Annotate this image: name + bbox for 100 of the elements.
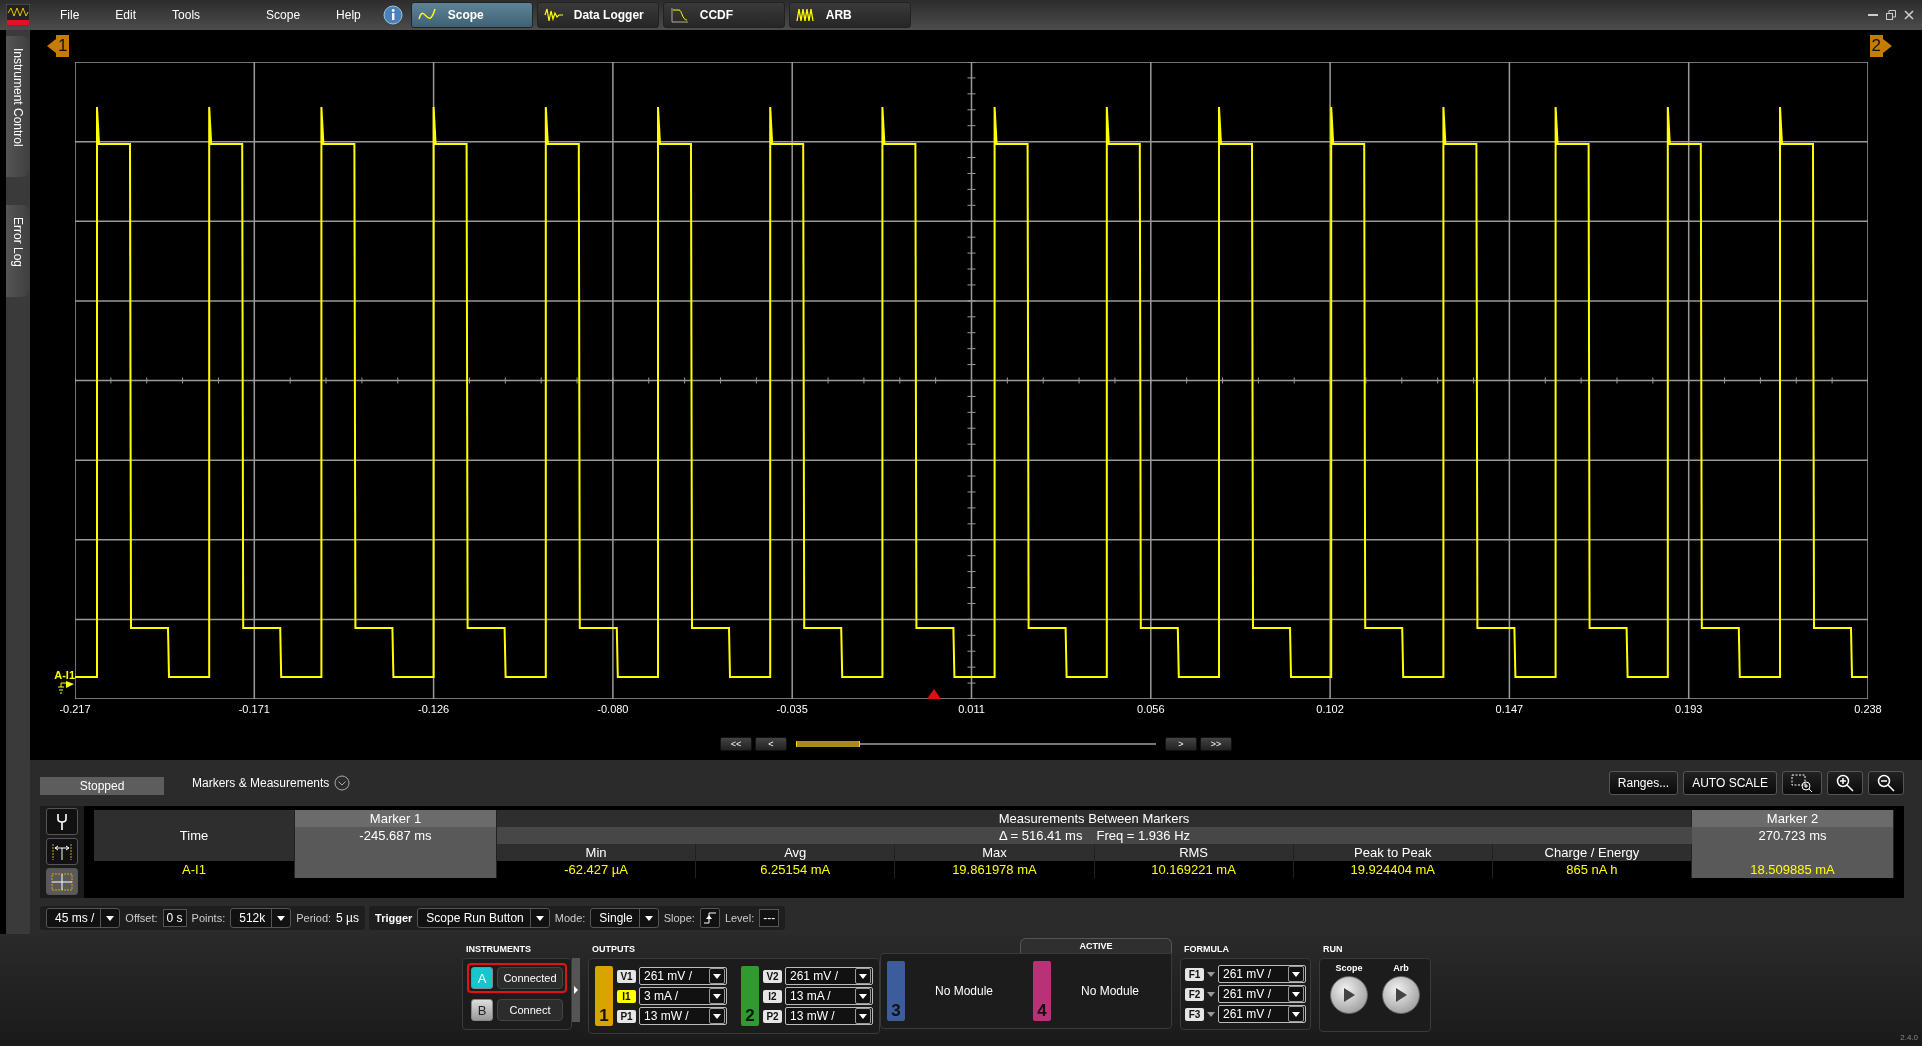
caret-icon — [535, 915, 544, 921]
menu-item[interactable]: File — [42, 8, 98, 22]
tool-button[interactable] — [46, 808, 78, 835]
connect-button[interactable]: Connected — [497, 967, 563, 989]
zoom-region-button[interactable] — [1782, 771, 1822, 795]
caret-icon — [713, 973, 721, 979]
mode-tab[interactable]: Scope — [410, 2, 533, 28]
section-title: FORMULA — [1184, 944, 1230, 956]
mode-tab[interactable]: CCDF — [662, 2, 785, 28]
mode-dropdown[interactable]: Single — [590, 908, 659, 928]
mode-tab[interactable]: Data Logger — [536, 2, 659, 28]
channel-color-bar: 4 — [1033, 961, 1051, 1021]
column-header: Marker 1 — [295, 810, 497, 827]
axis-tick-label: -0.080 — [597, 703, 629, 717]
menu-item[interactable]: Edit — [97, 8, 155, 22]
scale-dropdown[interactable]: 3 mA / — [639, 987, 727, 1005]
scale-dropdown[interactable]: 13 mA / — [785, 987, 873, 1005]
trigger-marker-icon[interactable] — [926, 689, 941, 699]
connect-button[interactable]: Connect — [497, 999, 563, 1021]
mode-label: Mode: — [554, 912, 586, 924]
panel-button[interactable]: AUTO SCALE — [1683, 771, 1777, 795]
instrument-row[interactable]: A Connected — [467, 963, 567, 993]
scale-dropdown[interactable]: 261 mV / — [785, 967, 873, 985]
level-field[interactable]: --- — [759, 909, 780, 927]
caret-icon — [859, 1013, 867, 1019]
level-label: Level: — [724, 912, 755, 924]
no-module-text: No Module — [934, 984, 994, 998]
version-label: 2.4.0 — [1900, 1033, 1919, 1044]
axis-tick-label: 0.056 — [1137, 703, 1165, 717]
column-header: Avg — [696, 844, 896, 861]
restore-icon[interactable] — [1886, 10, 1896, 20]
rising-edge-icon — [702, 911, 717, 925]
nav-button[interactable]: >> — [1200, 737, 1232, 751]
slope-label: Slope: — [663, 912, 695, 924]
caret-icon — [644, 915, 653, 921]
slope-button[interactable] — [699, 908, 720, 928]
tool-button[interactable] — [46, 838, 78, 865]
channel-tag[interactable]: V1 — [617, 969, 636, 983]
channel-tag[interactable]: P2 — [763, 1009, 782, 1023]
caret-icon — [277, 915, 286, 921]
play-icon — [1394, 987, 1408, 1003]
trigger-dropdown[interactable]: Scope Run Button — [417, 908, 550, 928]
offset-field[interactable]: 0 s — [162, 909, 187, 927]
trigger-label: Trigger — [375, 912, 413, 924]
mode-tab[interactable]: ARB — [788, 2, 911, 28]
period-value: 5 µs — [336, 911, 360, 925]
active-tab[interactable]: ACTIVE — [1020, 938, 1172, 953]
offset-label: Offset: — [125, 912, 158, 924]
chevron-circle-icon — [334, 775, 351, 791]
instrument-row[interactable]: B Connect — [467, 995, 567, 1025]
menu-item[interactable]: Scope — [248, 8, 319, 22]
axis-tick-label: -0.217 — [59, 703, 91, 717]
scale-dropdown[interactable]: 261 mV / — [1218, 965, 1306, 983]
instrument-letter-button[interactable]: B — [471, 999, 493, 1021]
channel-tag[interactable]: V2 — [763, 969, 782, 983]
caret-icon — [1292, 1011, 1300, 1017]
timebase-dropdown[interactable]: 45 ms / — [46, 908, 121, 928]
section-title: RUN — [1323, 944, 1344, 956]
scroll-thumb[interactable] — [796, 741, 860, 747]
nav-button[interactable]: < — [755, 737, 787, 751]
zoom-region-icon — [1791, 774, 1813, 792]
column-header: Min — [497, 844, 697, 861]
table-cell: 18.509885 mA — [1692, 861, 1894, 878]
scale-dropdown[interactable]: 261 mV / — [1218, 985, 1306, 1003]
column-header: Measurements Between Markers — [497, 810, 1692, 827]
channel-tag[interactable]: P1 — [617, 1009, 636, 1023]
scale-dropdown[interactable]: 13 mW / — [785, 1007, 873, 1025]
axis-tick-label: 0.147 — [1495, 703, 1524, 717]
play-button[interactable] — [1382, 976, 1420, 1014]
close-icon[interactable] — [1904, 10, 1914, 20]
scale-dropdown[interactable]: 13 mW / — [639, 1007, 727, 1025]
ground-arrow-icon — [55, 681, 75, 695]
scale-dropdown[interactable]: 261 mV / — [639, 967, 727, 985]
app-logo-icon — [6, 4, 30, 26]
channel-color-bar: 2 — [741, 966, 759, 1026]
table-cell: -245.687 ms — [295, 827, 497, 844]
scale-dropdown[interactable]: 261 mV / — [1218, 1005, 1306, 1023]
menu-item[interactable]: Help — [318, 8, 379, 22]
zoom-in-button[interactable] — [1827, 771, 1863, 795]
column-header: Max — [895, 844, 1095, 861]
zoom-out-icon — [1877, 774, 1895, 792]
caret-icon — [1207, 991, 1215, 997]
panel-button[interactable]: Ranges... — [1608, 771, 1679, 795]
channel-tag[interactable]: I2 — [763, 989, 782, 1003]
side-tab[interactable]: Error Log — [6, 204, 30, 297]
caret-icon — [859, 993, 867, 999]
nav-button[interactable]: > — [1165, 737, 1197, 751]
side-tab[interactable]: Instrument Control — [6, 36, 30, 177]
points-dropdown[interactable]: 512k — [230, 908, 292, 928]
axis-tick-label: -0.126 — [418, 703, 450, 717]
run-label: Arb — [1393, 963, 1409, 973]
panel-toggle[interactable]: Markers & Measurements — [192, 775, 351, 791]
info-icon[interactable] — [382, 5, 403, 25]
channel-tag[interactable]: I1 — [617, 989, 636, 1003]
nav-button[interactable]: << — [720, 737, 752, 751]
play-button[interactable] — [1330, 976, 1368, 1014]
row-label: Time — [94, 827, 295, 844]
menu-item[interactable]: Tools — [154, 8, 219, 22]
run-label: Scope — [1335, 963, 1363, 973]
zoom-out-button[interactable] — [1868, 771, 1904, 795]
